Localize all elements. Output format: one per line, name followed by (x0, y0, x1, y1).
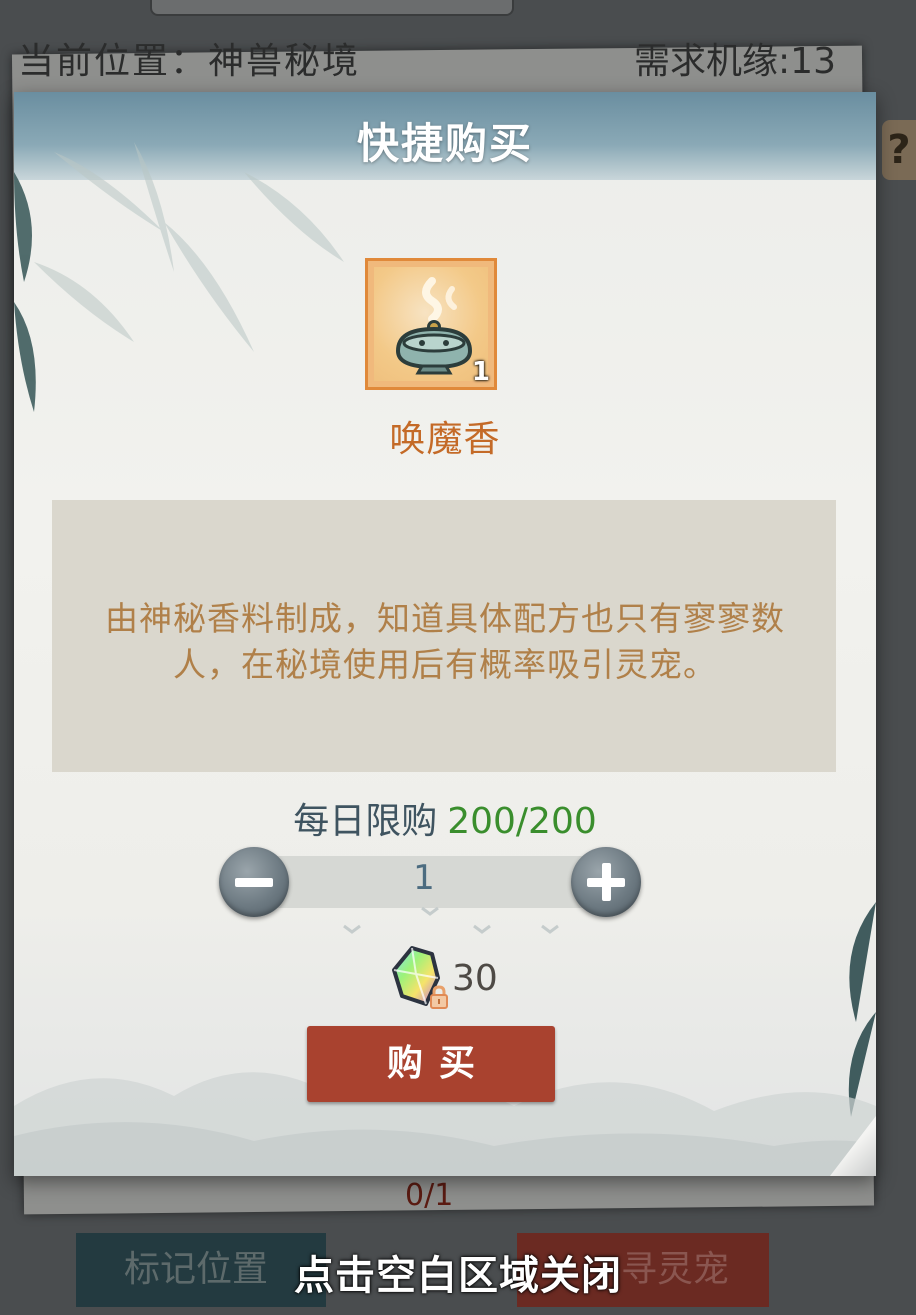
item-count: 1 (471, 357, 490, 387)
price: 30 (388, 944, 548, 1014)
top-bar (150, 0, 514, 16)
close-hint[interactable]: 点击空白区域关闭 (0, 1243, 916, 1301)
location-label: 当前位置：神兽秘境 (18, 41, 361, 82)
daily-limit: 每日限购 200/200 (14, 792, 876, 844)
minus-icon (235, 878, 273, 887)
lock-icon (430, 985, 448, 1009)
item-slot[interactable]: 1 (365, 258, 497, 390)
quick-buy-dialog: 快捷购买 1 唤魔香 由神秘香料制成，知道具体配方也只有寥寥数人，在秘境使用后有… (14, 92, 876, 1176)
daily-limit-value: 200/200 (447, 801, 597, 842)
incense-burner-icon (395, 277, 473, 375)
buy-button[interactable]: 购买 (307, 1026, 555, 1102)
item-name: 唤魔香 (389, 419, 501, 460)
decrease-quantity-button[interactable] (219, 847, 289, 917)
daily-limit-label: 每日限购 (293, 801, 438, 842)
decorative-chevrons-icon (343, 906, 559, 934)
dialog-title: 快捷购买 (356, 119, 533, 168)
price-amount: 30 (452, 958, 498, 999)
increase-quantity-button[interactable] (571, 847, 641, 917)
progress-label: 0/1 (405, 1178, 454, 1213)
item-description: 由神秘香料制成，知道具体配方也只有寥寥数人，在秘境使用后有概率吸引灵宠。 (105, 599, 785, 684)
item-description-box: 由神秘香料制成，知道具体配方也只有寥寥数人，在秘境使用后有概率吸引灵宠。 (52, 500, 836, 772)
help-button[interactable]: ? (882, 120, 916, 180)
quantity-value: 1 (413, 858, 435, 898)
requirement-label: 需求机缘:13 (634, 41, 836, 82)
